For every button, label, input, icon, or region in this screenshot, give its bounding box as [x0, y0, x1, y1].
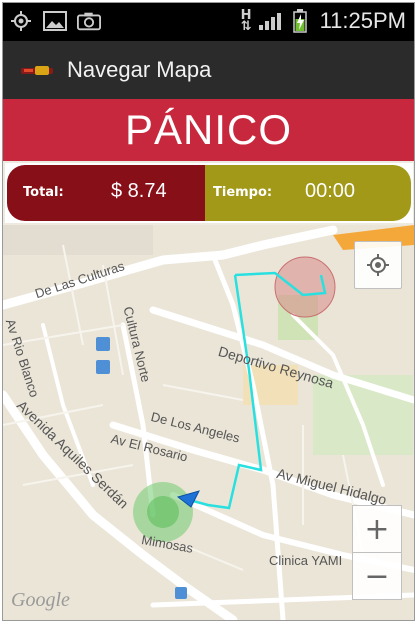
status-bar: H ⇅ 11:25PM — [3, 3, 414, 41]
crosshair-icon — [367, 254, 389, 276]
zoom-in-button[interactable]: + — [352, 505, 402, 553]
my-location-button[interactable] — [354, 241, 402, 289]
total-panel: Total: $ 8.74 — [7, 165, 205, 221]
screen-title: Navegar Mapa — [67, 57, 212, 82]
network-type-indicator: H ⇅ — [240, 8, 252, 34]
action-bar: Navegar Mapa — [3, 41, 414, 99]
panic-button[interactable]: PÁNICO — [3, 99, 414, 161]
battery-icon — [288, 9, 312, 33]
time-label: Tiempo: — [213, 185, 273, 200]
total-value: $ 8.74 — [111, 180, 167, 202]
zoom-out-button[interactable]: − — [352, 552, 402, 600]
taxi-app-icon[interactable] — [21, 63, 53, 77]
signal-icon — [258, 9, 282, 33]
gps-icon — [9, 9, 33, 33]
time-value: 00:00 — [305, 180, 356, 202]
time-panel: Tiempo: 00:00 — [205, 165, 411, 221]
clock: 11:25PM — [319, 8, 406, 33]
phone-screen: H ⇅ 11:25PM Navegar Mapa PÁNICO Total: $ … — [2, 2, 415, 621]
image-icon — [43, 9, 67, 33]
google-attribution: Google — [11, 589, 70, 611]
camera-icon — [77, 9, 101, 33]
fare-info-bar: Total: $ 8.74 Tiempo: 00:00 — [5, 163, 413, 223]
total-label: Total: — [23, 185, 64, 200]
map-view[interactable]: De Las Culturas Av Rio Blanco Cultura No… — [3, 225, 414, 620]
street-label: Clinica YAMI — [269, 553, 343, 568]
